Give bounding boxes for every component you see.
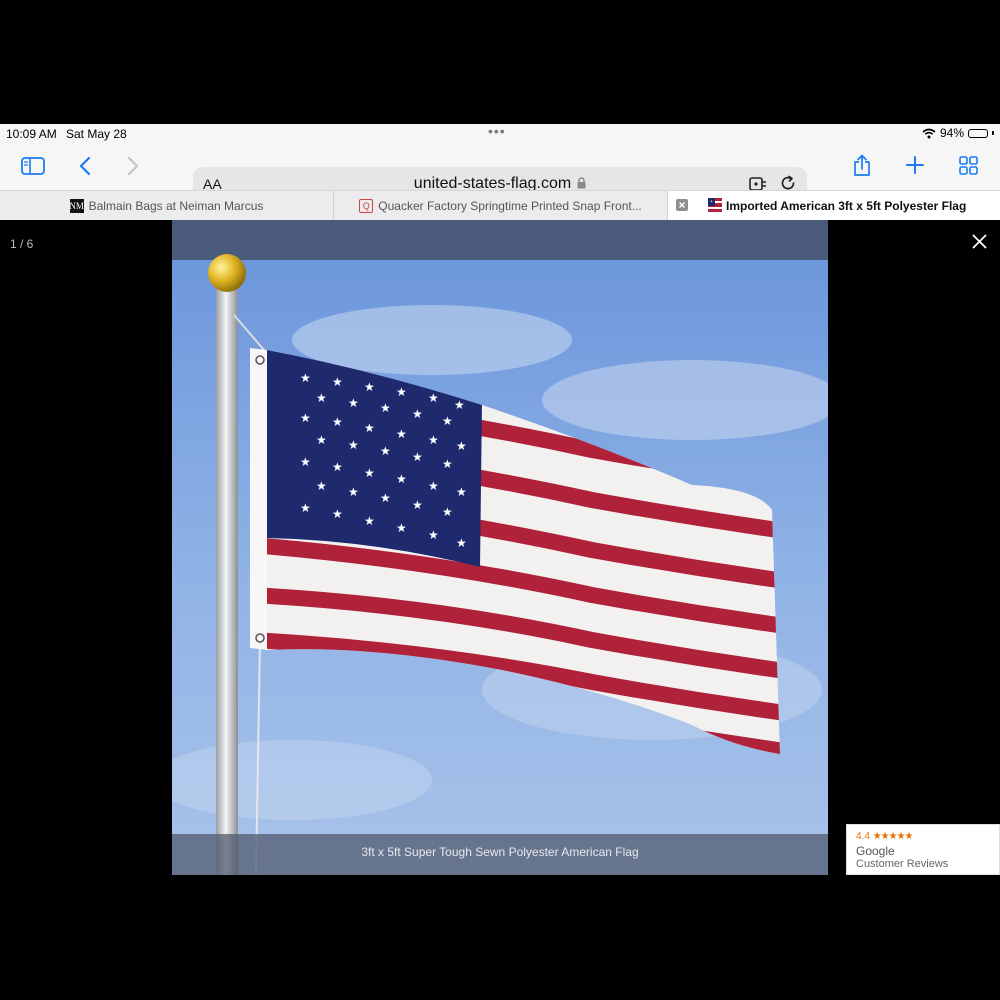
tab-label: Imported American 3ft x 5ft Polyester Fl… [726,199,967,213]
status-right: 94% [922,126,994,140]
tab-bar: NM Balmain Bags at Neiman Marcus Q Quack… [0,190,1000,221]
svg-text:★: ★ [456,439,467,453]
tab-label: Balmain Bags at Neiman Marcus [88,198,264,213]
svg-text:★: ★ [412,498,423,512]
status-time: 10:09 AM [6,127,57,141]
customer-reviews-label: Customer Reviews [856,858,949,870]
svg-text:★: ★ [300,455,311,469]
rating-value: 4.4 [856,831,870,842]
svg-text:★: ★ [396,521,407,535]
svg-text:★: ★ [316,479,327,493]
svg-text:★: ★ [380,491,391,505]
svg-text:★: ★ [442,505,453,519]
svg-text:★: ★ [456,536,467,550]
status-date: Sat May 28 [66,127,127,141]
svg-text:★: ★ [364,514,375,528]
wifi-icon [922,128,936,138]
svg-text:★: ★ [380,444,391,458]
status-bar: 10:09 AM Sat May 28 ••• 94% [0,124,1000,144]
svg-text:★: ★ [316,391,327,405]
battery-icon [968,128,988,138]
google-rating: 4.4 ★★★★★ [856,831,914,842]
rating-stars: ★★★★★ [872,831,914,842]
svg-text:★: ★ [316,433,327,447]
svg-text:★: ★ [348,438,359,452]
svg-text:★: ★ [332,507,343,521]
svg-text:★: ★ [332,415,343,429]
svg-text:★: ★ [348,396,359,410]
svg-text:★: ★ [442,414,453,428]
product-photo[interactable]: ★ ★ ★ ★ ★ ★ ★ ★ ★ ★ ★ ★ ★ ★ ★ ★ ★ ★ ★ ★ ★ ★ ★ ★ ★ ★ ★ ★ ★ ★ ★ ★ ★ ★… [172,220,828,875]
svg-text:★: ★ [456,485,467,499]
tab-overview-icon[interactable] [958,155,978,175]
battery-cap [992,131,994,135]
flag-favicon [708,198,722,212]
svg-text:★: ★ [412,407,423,421]
ipad-screen: 10:09 AM Sat May 28 ••• 94% AA united-st… [0,124,1000,875]
svg-text:★: ★ [428,479,439,493]
multitasking-dots[interactable]: ••• [488,124,506,139]
plus-icon[interactable] [905,155,925,175]
tab-quacker-factory[interactable]: Q Quacker Factory Springtime Printed Sna… [334,191,667,220]
svg-text:★: ★ [442,457,453,471]
tab-neiman-marcus[interactable]: NM Balmain Bags at Neiman Marcus [0,191,333,220]
svg-text:★: ★ [396,385,407,399]
google-label: Google [856,844,895,858]
google-reviews-badge[interactable]: 4.4 ★★★★★ Google Customer Reviews [846,824,1000,875]
battery-percent: 94% [939,126,964,140]
svg-text:★: ★ [300,371,311,385]
close-viewer-icon[interactable] [972,234,987,254]
svg-text:★: ★ [300,501,311,515]
svg-text:★: ★ [332,375,343,389]
svg-text:★: ★ [364,466,375,480]
svg-text:★: ★ [454,398,465,412]
svg-text:★: ★ [332,460,343,474]
quacker-factory-favicon: Q [359,198,374,213]
svg-text:★: ★ [364,380,375,394]
svg-text:★: ★ [428,433,439,447]
svg-text:★: ★ [396,427,407,441]
share-icon[interactable] [852,153,872,177]
svg-text:★: ★ [348,485,359,499]
close-tab-icon[interactable] [676,199,688,211]
svg-text:★: ★ [428,391,439,405]
back-chevron-icon[interactable] [76,155,94,177]
sidebar-icon[interactable] [20,156,46,176]
safari-toolbar: AA united-states-flag.com [0,144,1000,200]
tab-american-flag[interactable]: Imported American 3ft x 5ft Polyester Fl… [668,191,1000,220]
svg-text:★: ★ [380,401,391,415]
american-flag-image: ★ ★ ★ ★ ★ ★ ★ ★ ★ ★ ★ ★ ★ ★ ★ ★ ★ ★ ★ ★ ★ ★ ★ ★ ★ ★ ★ ★ ★ ★ ★ ★ ★ ★… [172,220,828,875]
image-caption: 3ft x 5ft Super Tough Sewn Polyester Ame… [172,834,828,875]
neiman-marcus-favicon: NM [69,198,84,213]
svg-text:★: ★ [412,450,423,464]
tab-label: Quacker Factory Springtime Printed Snap … [378,198,642,213]
svg-text:★: ★ [428,528,439,542]
svg-text:★: ★ [396,472,407,486]
forward-chevron-icon[interactable] [124,155,142,177]
svg-text:★: ★ [364,421,375,435]
svg-text:★: ★ [300,411,311,425]
image-counter: 1 / 6 [10,237,34,251]
